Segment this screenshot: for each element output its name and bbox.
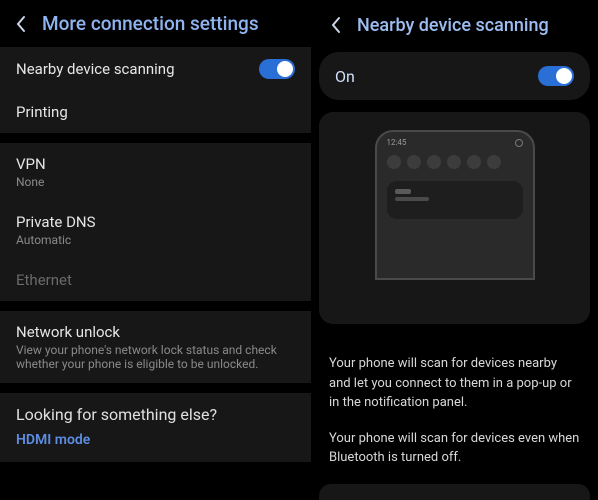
chevron-left-icon (330, 16, 342, 34)
desc-paragraph: Your phone will scan for devices even wh… (329, 429, 580, 468)
row-nearby-scanning[interactable]: Nearby device scanning (0, 47, 311, 91)
row-label: Private DNS (16, 213, 96, 231)
row-label: VPN (16, 155, 46, 173)
quick-settings-dots (377, 151, 533, 177)
row-sub: Automatic (16, 233, 71, 247)
more-connection-settings-screen: More connection settings Nearby device s… (0, 0, 311, 500)
row-network-unlock[interactable]: Network unlock View your phone's network… (0, 311, 311, 383)
back-button[interactable] (10, 13, 32, 35)
row-ethernet: Ethernet (0, 259, 311, 301)
nearby-scanning-toggle[interactable] (259, 59, 295, 79)
group-net-unlock: Network unlock View your phone's network… (0, 311, 311, 383)
status-label: On (335, 67, 355, 86)
hdmi-mode-link[interactable]: HDMI mode (0, 430, 311, 462)
phone-illustration: 12:45 (375, 130, 535, 280)
header: Nearby device scanning (311, 0, 598, 52)
row-label: Printing (16, 103, 68, 121)
status-toggle-row[interactable]: On (319, 52, 590, 100)
group-connectivity: Nearby device scanning Printing (0, 47, 311, 133)
row-label: Network unlock (16, 323, 120, 341)
row-sub: None (16, 175, 44, 189)
row-vpn[interactable]: VPN None (0, 143, 311, 201)
group-network: VPN None Private DNS Automatic Ethernet (0, 143, 311, 301)
row-printing[interactable]: Printing (0, 91, 311, 133)
row-label: Ethernet (16, 271, 72, 289)
gear-icon (515, 139, 523, 147)
page-title: Nearby device scanning (357, 15, 549, 36)
row-private-dns[interactable]: Private DNS Automatic (0, 201, 311, 259)
group-looking: Looking for something else? HDMI mode (0, 393, 311, 462)
desc-paragraph: Your phone will scan for devices nearby … (329, 354, 580, 413)
description: Your phone will scan for devices nearby … (311, 324, 598, 468)
row-label: Nearby device scanning (16, 60, 175, 78)
page-title: More connection settings (42, 12, 259, 35)
chevron-left-icon (15, 15, 27, 33)
nearby-scanning-toggle[interactable] (538, 66, 574, 86)
header: More connection settings (0, 0, 311, 47)
illustration-card: 12:45 (319, 112, 590, 324)
illustration-time: 12:45 (387, 138, 407, 147)
back-button[interactable] (325, 14, 347, 36)
notification-mockup (387, 181, 523, 219)
nearby-device-scanning-screen: Nearby device scanning On 12:45 Your pho… (311, 0, 598, 500)
row-sub: View your phone's network lock status an… (16, 343, 295, 371)
looking-heading: Looking for something else? (0, 401, 311, 430)
row-about-nearby[interactable]: About Nearby device scanning (319, 484, 590, 500)
